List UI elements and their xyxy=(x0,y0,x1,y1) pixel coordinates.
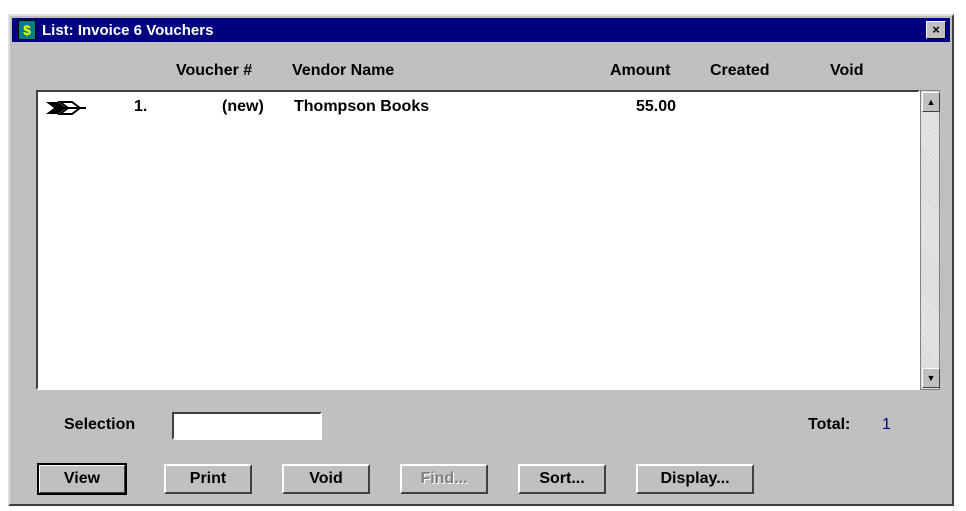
scroll-up-arrow-icon[interactable]: ▲ xyxy=(922,92,940,112)
selection-label: Selection xyxy=(64,416,136,433)
view-button[interactable]: View xyxy=(37,463,127,495)
scroll-down-arrow-icon[interactable]: ▼ xyxy=(922,368,940,388)
title-bar[interactable]: $ List: Invoice 6 Vouchers × xyxy=(12,18,950,42)
column-header-voucher[interactable]: Voucher # xyxy=(176,62,252,80)
table-row[interactable]: 1. (new) Thompson Books 55.00 xyxy=(38,98,918,120)
column-header-amount[interactable]: Amount xyxy=(610,62,670,80)
print-button[interactable]: Print xyxy=(164,464,252,494)
vertical-scrollbar[interactable]: ▲ ▼ xyxy=(920,90,940,390)
void-button[interactable]: Void xyxy=(282,464,370,494)
total-value: 1 xyxy=(882,416,891,433)
column-header-void[interactable]: Void xyxy=(830,62,863,80)
amount-value: 55.00 xyxy=(636,98,677,115)
dollar-icon: $ xyxy=(18,20,36,40)
column-header-created[interactable]: Created xyxy=(710,62,770,80)
vouchers-window: $ List: Invoice 6 Vouchers × Voucher # V… xyxy=(8,14,954,506)
column-header-vendor[interactable]: Vendor Name xyxy=(292,62,394,80)
sort-button[interactable]: Sort... xyxy=(518,464,606,494)
row-number: 1. xyxy=(134,98,148,115)
close-button[interactable]: × xyxy=(926,21,946,39)
voucher-list[interactable]: 1. (new) Thompson Books 55.00 xyxy=(36,90,920,390)
selection-input[interactable] xyxy=(172,412,322,440)
display-button[interactable]: Display... xyxy=(636,464,754,494)
voucher-number: (new) xyxy=(222,98,264,115)
window-title: List: Invoice 6 Vouchers xyxy=(42,21,214,39)
total-label: Total: xyxy=(808,416,851,433)
find-button[interactable]: Find... xyxy=(400,464,488,494)
row-pointer-arrow-icon xyxy=(44,99,90,122)
vendor-name: Thompson Books xyxy=(294,98,430,115)
